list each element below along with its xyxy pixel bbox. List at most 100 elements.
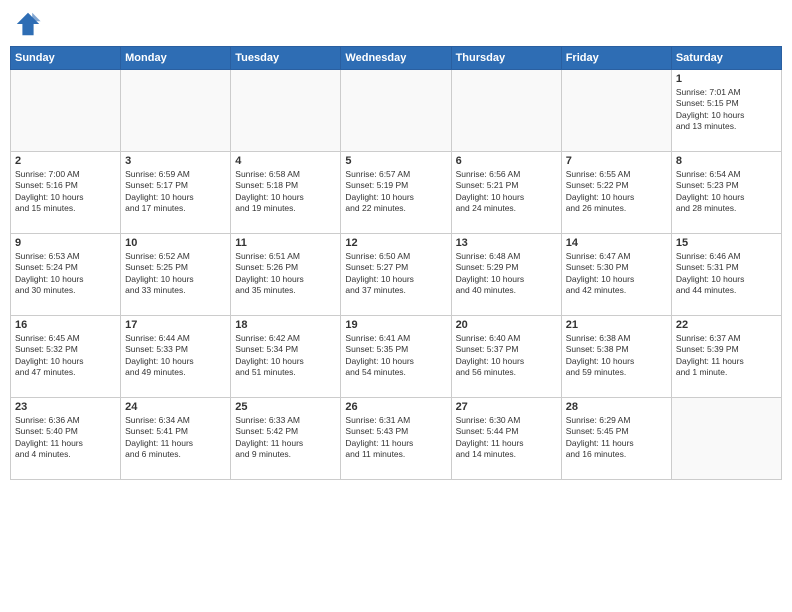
calendar-cell: 25 Sunrise: 6:33 AM Sunset: 5:42 PM Dayli…: [231, 398, 341, 480]
page: SundayMondayTuesdayWednesdayThursdayFrid…: [0, 0, 792, 612]
calendar-cell: 23 Sunrise: 6:36 AM Sunset: 5:40 PM Dayli…: [11, 398, 121, 480]
day-info: Sunrise: 6:45 AM Sunset: 5:32 PM Dayligh…: [15, 333, 116, 379]
day-info: Sunrise: 6:51 AM Sunset: 5:26 PM Dayligh…: [235, 251, 336, 297]
logo-icon: [14, 10, 42, 38]
weekday-row: SundayMondayTuesdayWednesdayThursdayFrid…: [11, 47, 782, 70]
day-info: Sunrise: 6:33 AM Sunset: 5:42 PM Dayligh…: [235, 415, 336, 461]
calendar-cell: 6 Sunrise: 6:56 AM Sunset: 5:21 PM Daylig…: [451, 152, 561, 234]
day-info: Sunrise: 6:30 AM Sunset: 5:44 PM Dayligh…: [456, 415, 557, 461]
calendar-cell: 5 Sunrise: 6:57 AM Sunset: 5:19 PM Daylig…: [341, 152, 451, 234]
calendar-cell: 15 Sunrise: 6:46 AM Sunset: 5:31 PM Dayli…: [671, 234, 781, 316]
day-number: 18: [235, 319, 336, 331]
calendar-week-5: 23 Sunrise: 6:36 AM Sunset: 5:40 PM Dayli…: [11, 398, 782, 480]
weekday-header-wednesday: Wednesday: [341, 47, 451, 70]
calendar-cell: 3 Sunrise: 6:59 AM Sunset: 5:17 PM Daylig…: [121, 152, 231, 234]
day-number: 5: [345, 155, 446, 167]
day-info: Sunrise: 6:48 AM Sunset: 5:29 PM Dayligh…: [456, 251, 557, 297]
day-number: 26: [345, 401, 446, 413]
logo: [14, 10, 46, 38]
calendar-cell: 16 Sunrise: 6:45 AM Sunset: 5:32 PM Dayli…: [11, 316, 121, 398]
day-info: Sunrise: 6:50 AM Sunset: 5:27 PM Dayligh…: [345, 251, 446, 297]
calendar-cell: [11, 70, 121, 152]
calendar-cell: [561, 70, 671, 152]
day-info: Sunrise: 6:36 AM Sunset: 5:40 PM Dayligh…: [15, 415, 116, 461]
header: [10, 10, 782, 38]
day-number: 14: [566, 237, 667, 249]
calendar-cell: 9 Sunrise: 6:53 AM Sunset: 5:24 PM Daylig…: [11, 234, 121, 316]
calendar-body: 1 Sunrise: 7:01 AM Sunset: 5:15 PM Daylig…: [11, 70, 782, 480]
day-info: Sunrise: 6:56 AM Sunset: 5:21 PM Dayligh…: [456, 169, 557, 215]
day-info: Sunrise: 6:52 AM Sunset: 5:25 PM Dayligh…: [125, 251, 226, 297]
day-info: Sunrise: 6:41 AM Sunset: 5:35 PM Dayligh…: [345, 333, 446, 379]
calendar-cell: [341, 70, 451, 152]
calendar-cell: 1 Sunrise: 7:01 AM Sunset: 5:15 PM Daylig…: [671, 70, 781, 152]
calendar-cell: 14 Sunrise: 6:47 AM Sunset: 5:30 PM Dayli…: [561, 234, 671, 316]
weekday-header-tuesday: Tuesday: [231, 47, 341, 70]
day-info: Sunrise: 6:46 AM Sunset: 5:31 PM Dayligh…: [676, 251, 777, 297]
weekday-header-saturday: Saturday: [671, 47, 781, 70]
day-info: Sunrise: 7:01 AM Sunset: 5:15 PM Dayligh…: [676, 87, 777, 133]
day-number: 19: [345, 319, 446, 331]
calendar-week-3: 9 Sunrise: 6:53 AM Sunset: 5:24 PM Daylig…: [11, 234, 782, 316]
day-number: 11: [235, 237, 336, 249]
calendar-cell: 22Sunrise: 6:37 AM Sunset: 5:39 PM Dayli…: [671, 316, 781, 398]
calendar-week-4: 16 Sunrise: 6:45 AM Sunset: 5:32 PM Dayli…: [11, 316, 782, 398]
calendar-cell: [671, 398, 781, 480]
calendar-cell: 28Sunrise: 6:29 AM Sunset: 5:45 PM Dayli…: [561, 398, 671, 480]
day-number: 17: [125, 319, 226, 331]
day-number: 23: [15, 401, 116, 413]
day-number: 16: [15, 319, 116, 331]
day-number: 4: [235, 155, 336, 167]
day-number: 1: [676, 73, 777, 85]
day-number: 8: [676, 155, 777, 167]
day-number: 6: [456, 155, 557, 167]
day-info: Sunrise: 6:44 AM Sunset: 5:33 PM Dayligh…: [125, 333, 226, 379]
day-number: 15: [676, 237, 777, 249]
day-number: 2: [15, 155, 116, 167]
day-info: Sunrise: 6:59 AM Sunset: 5:17 PM Dayligh…: [125, 169, 226, 215]
calendar-cell: 24 Sunrise: 6:34 AM Sunset: 5:41 PM Dayli…: [121, 398, 231, 480]
calendar-cell: 11 Sunrise: 6:51 AM Sunset: 5:26 PM Dayli…: [231, 234, 341, 316]
day-info: Sunrise: 7:00 AM Sunset: 5:16 PM Dayligh…: [15, 169, 116, 215]
day-info: Sunrise: 6:31 AM Sunset: 5:43 PM Dayligh…: [345, 415, 446, 461]
day-info: Sunrise: 6:47 AM Sunset: 5:30 PM Dayligh…: [566, 251, 667, 297]
calendar-cell: 20 Sunrise: 6:40 AM Sunset: 5:37 PM Dayli…: [451, 316, 561, 398]
day-info: Sunrise: 6:58 AM Sunset: 5:18 PM Dayligh…: [235, 169, 336, 215]
calendar-table: SundayMondayTuesdayWednesdayThursdayFrid…: [10, 46, 782, 480]
day-number: 24: [125, 401, 226, 413]
day-number: 13: [456, 237, 557, 249]
calendar-cell: 12Sunrise: 6:50 AM Sunset: 5:27 PM Dayli…: [341, 234, 451, 316]
calendar-cell: 26 Sunrise: 6:31 AM Sunset: 5:43 PM Dayli…: [341, 398, 451, 480]
calendar-cell: [231, 70, 341, 152]
calendar-week-2: 2 Sunrise: 7:00 AM Sunset: 5:16 PM Daylig…: [11, 152, 782, 234]
day-number: 21: [566, 319, 667, 331]
calendar-cell: 7 Sunrise: 6:55 AM Sunset: 5:22 PM Daylig…: [561, 152, 671, 234]
day-info: Sunrise: 6:29 AM Sunset: 5:45 PM Dayligh…: [566, 415, 667, 461]
day-number: 27: [456, 401, 557, 413]
calendar-cell: 18Sunrise: 6:42 AM Sunset: 5:34 PM Dayli…: [231, 316, 341, 398]
calendar-cell: 10 Sunrise: 6:52 AM Sunset: 5:25 PM Dayli…: [121, 234, 231, 316]
day-number: 10: [125, 237, 226, 249]
calendar-cell: 4 Sunrise: 6:58 AM Sunset: 5:18 PM Daylig…: [231, 152, 341, 234]
calendar-cell: 27 Sunrise: 6:30 AM Sunset: 5:44 PM Dayli…: [451, 398, 561, 480]
day-info: Sunrise: 6:57 AM Sunset: 5:19 PM Dayligh…: [345, 169, 446, 215]
calendar-cell: 19 Sunrise: 6:41 AM Sunset: 5:35 PM Dayli…: [341, 316, 451, 398]
day-info: Sunrise: 6:54 AM Sunset: 5:23 PM Dayligh…: [676, 169, 777, 215]
calendar-cell: [121, 70, 231, 152]
day-info: Sunrise: 6:55 AM Sunset: 5:22 PM Dayligh…: [566, 169, 667, 215]
day-info: Sunrise: 6:37 AM Sunset: 5:39 PM Dayligh…: [676, 333, 777, 379]
day-number: 20: [456, 319, 557, 331]
calendar-cell: 21Sunrise: 6:38 AM Sunset: 5:38 PM Dayli…: [561, 316, 671, 398]
weekday-header-monday: Monday: [121, 47, 231, 70]
day-number: 7: [566, 155, 667, 167]
day-info: Sunrise: 6:53 AM Sunset: 5:24 PM Dayligh…: [15, 251, 116, 297]
day-number: 3: [125, 155, 226, 167]
calendar-cell: 8 Sunrise: 6:54 AM Sunset: 5:23 PM Daylig…: [671, 152, 781, 234]
calendar-cell: 2 Sunrise: 7:00 AM Sunset: 5:16 PM Daylig…: [11, 152, 121, 234]
weekday-header-thursday: Thursday: [451, 47, 561, 70]
day-number: 25: [235, 401, 336, 413]
day-info: Sunrise: 6:34 AM Sunset: 5:41 PM Dayligh…: [125, 415, 226, 461]
day-number: 9: [15, 237, 116, 249]
calendar-cell: 13 Sunrise: 6:48 AM Sunset: 5:29 PM Dayli…: [451, 234, 561, 316]
day-info: Sunrise: 6:40 AM Sunset: 5:37 PM Dayligh…: [456, 333, 557, 379]
